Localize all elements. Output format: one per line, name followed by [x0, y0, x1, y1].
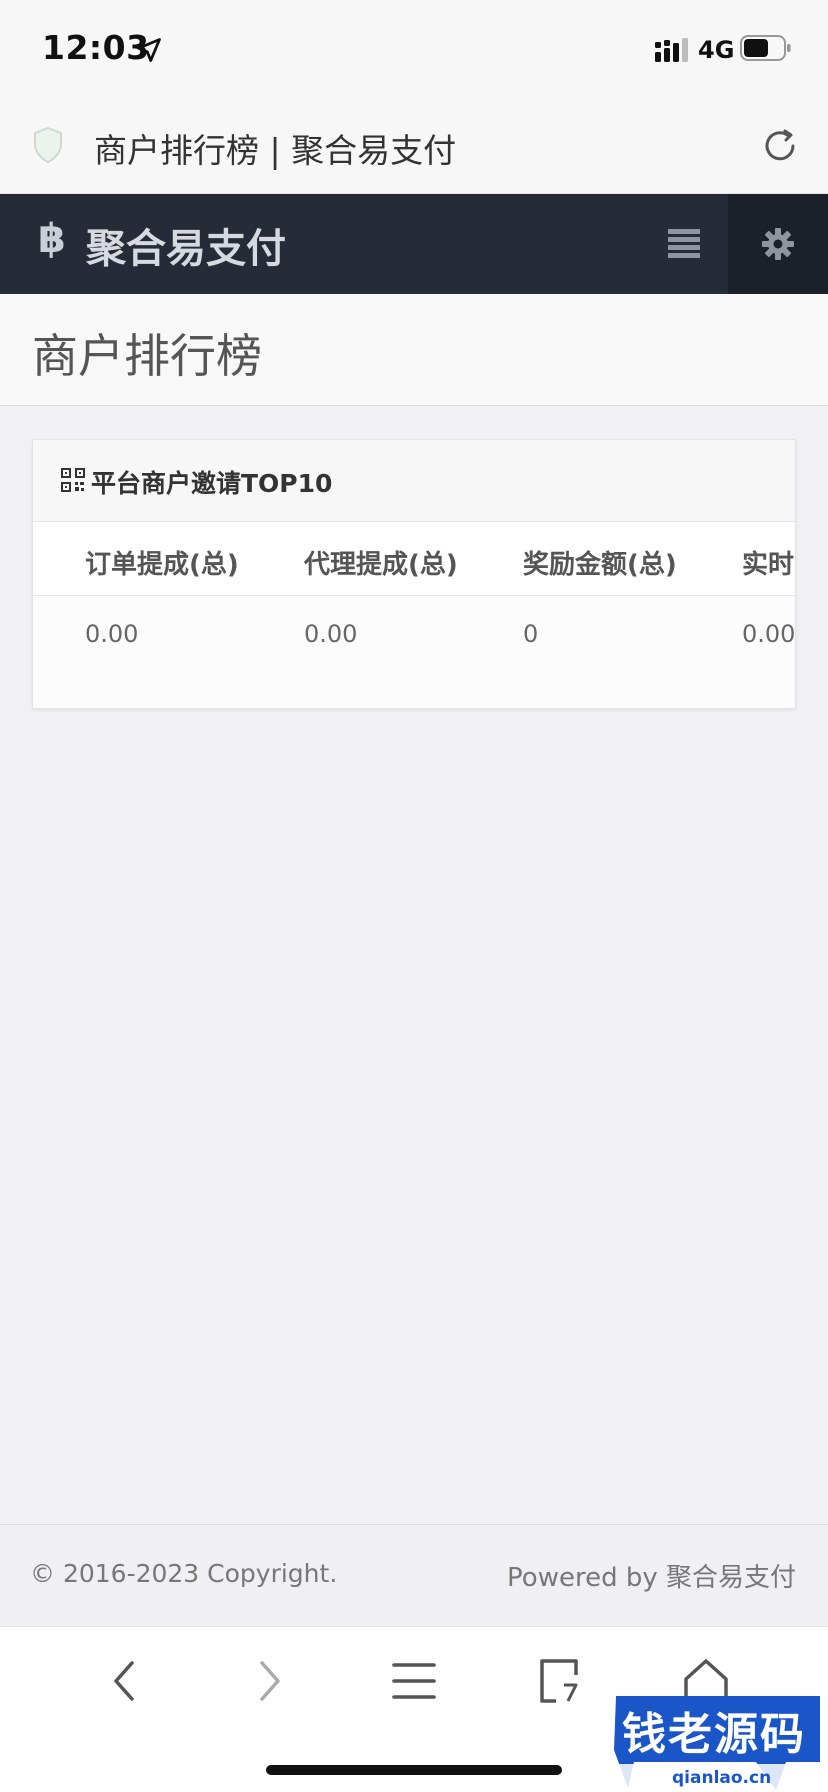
copyright-text: © 2016-2023 Copyright.: [30, 1559, 338, 1588]
hamburger-icon[interactable]: [386, 1653, 442, 1709]
table-cell: 0.00: [742, 620, 796, 648]
home-indicator[interactable]: [266, 1765, 562, 1775]
status-time: 12:03: [42, 28, 150, 67]
settings-button[interactable]: [728, 194, 828, 294]
forward-icon[interactable]: [240, 1653, 296, 1709]
signal-icon: [655, 38, 688, 62]
page-title: 商户排行榜: [32, 329, 262, 383]
panel-title: 平台商户邀请TOP10: [91, 469, 333, 498]
menu-toggle-button[interactable]: [640, 194, 728, 294]
page: 12:03 4G 商户排行榜 | 聚合易支付 ฿ 聚合易支付 商户排行榜 平台商…: [0, 0, 828, 1792]
app-navbar: ฿ 聚合易支付: [0, 194, 828, 294]
table-cell: 0.00: [85, 620, 139, 648]
url-title[interactable]: 商户排行榜 | 聚合易支付: [94, 124, 456, 172]
reload-icon[interactable]: [760, 126, 800, 166]
column-header: 奖励金额(总): [523, 550, 677, 580]
tabs-icon[interactable]: [532, 1653, 588, 1709]
column-header: 代理提成(总): [304, 550, 458, 580]
panel-heading: 平台商户邀请TOP10: [33, 440, 795, 522]
ranking-panel: 平台商户邀请TOP10 订单提成(总) 代理提成(总) 奖励金额(总) 实时 0…: [32, 439, 796, 709]
qrcode-icon: [61, 468, 85, 492]
watermark-logo: 钱老源码 qianlao.cn: [606, 1690, 828, 1792]
watermark-text: 钱老源码: [622, 1709, 806, 1760]
page-header: 商户排行榜: [0, 294, 828, 406]
page-footer: © 2016-2023 Copyright. Powered by 聚合易支付: [0, 1524, 828, 1626]
bitcoin-icon: ฿: [38, 216, 66, 262]
back-icon[interactable]: [98, 1653, 154, 1709]
battery-icon: [740, 35, 791, 61]
network-label: 4G: [698, 36, 735, 64]
status-bar: 12:03 4G: [0, 0, 828, 98]
location-arrow-icon: [137, 38, 161, 62]
menu-icon: [668, 229, 700, 258]
table-header-row: 订单提成(总) 代理提成(总) 奖励金额(总) 实时: [33, 522, 795, 596]
watermark-url: qianlao.cn: [672, 1768, 772, 1788]
powered-by-text: Powered by 聚合易支付: [507, 1563, 796, 1593]
brand-name[interactable]: 聚合易支付: [86, 216, 286, 274]
column-header: 订单提成(总): [85, 550, 239, 580]
gear-icon: [762, 228, 794, 260]
table-cell: 0: [523, 620, 539, 648]
table-cell: 0.00: [304, 620, 358, 648]
shield-icon: [34, 126, 62, 164]
column-header: 实时: [742, 550, 795, 580]
browser-url-bar[interactable]: 商户排行榜 | 聚合易支付: [0, 98, 828, 194]
table-row: 0.00 0.00 0 0.00: [33, 596, 796, 672]
